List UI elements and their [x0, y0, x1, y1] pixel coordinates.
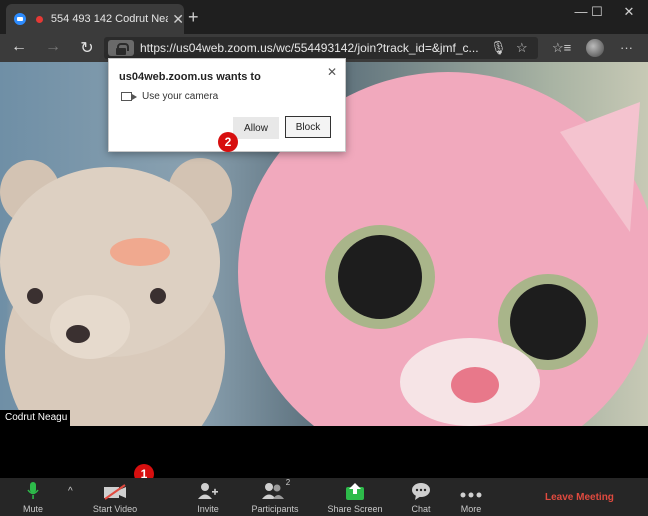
participant-name-tag: Codrut Neagu — [5, 412, 68, 423]
microphone-icon — [27, 482, 39, 499]
camera-icon — [121, 92, 137, 101]
close-window-button[interactable]: ✕ — [614, 4, 644, 20]
url-field[interactable]: https://us04web.zoom.us/wc/554493142/joi… — [104, 37, 538, 59]
allow-button[interactable]: Allow — [233, 117, 279, 139]
chat-label: Chat — [411, 504, 431, 514]
more-label: More — [460, 504, 482, 514]
more-dots-icon — [460, 492, 482, 498]
chat-button[interactable]: Chat — [406, 478, 436, 516]
share-screen-button[interactable]: Share Screen — [326, 478, 384, 516]
zoom-favicon-icon — [14, 13, 26, 25]
callout-marker-2: 2 — [218, 132, 238, 152]
refresh-button[interactable]: ↻ — [76, 38, 98, 58]
share-screen-label: Share Screen — [327, 504, 383, 514]
favorites-list-icon[interactable]: ☆≡ — [552, 40, 571, 56]
meeting-toolbar: Mute ^ Start Video Invite 2 Participants… — [0, 478, 648, 516]
tab-title: 554 493 142 Codrut Neagu — [50, 13, 168, 25]
browser-title-bar: 554 493 142 Codrut Neagu ✕ + — ☐ ✕ — [0, 0, 648, 34]
favorite-star-icon[interactable]: ☆ — [516, 40, 528, 56]
lock-icon[interactable] — [108, 40, 134, 56]
maximize-button[interactable]: ☐ — [582, 4, 612, 20]
recording-dot-icon — [35, 15, 43, 23]
participants-count: 2 — [285, 478, 291, 487]
profile-avatar[interactable] — [586, 39, 604, 57]
permission-text: Use your camera — [142, 91, 219, 102]
invite-button[interactable]: Invite — [190, 478, 226, 516]
settings-menu-icon[interactable]: ··· — [620, 40, 633, 55]
new-tab-button[interactable]: + — [188, 7, 199, 28]
audio-options-caret-icon[interactable]: ^ — [68, 486, 73, 497]
leave-meeting-button[interactable]: Leave Meeting — [545, 492, 614, 503]
share-screen-icon — [346, 483, 364, 500]
participants-button[interactable]: 2 Participants — [248, 478, 302, 516]
video-off-icon — [104, 484, 126, 500]
more-button[interactable]: More — [456, 478, 486, 516]
back-button[interactable]: ← — [8, 38, 30, 56]
chat-icon — [412, 483, 430, 500]
invite-label: Invite — [197, 504, 219, 514]
start-video-label: Start Video — [92, 504, 138, 514]
microphone-icon[interactable]: 🎙 — [490, 40, 507, 56]
block-button[interactable]: Block — [285, 116, 331, 138]
add-person-icon — [198, 483, 218, 499]
popup-title: us04web.zoom.us wants to — [119, 71, 261, 83]
url-text[interactable]: https://us04web.zoom.us/wc/554493142/joi… — [140, 41, 480, 55]
mute-button[interactable]: Mute — [18, 478, 48, 516]
participants-icon — [261, 483, 284, 499]
start-video-button[interactable]: Start Video — [90, 478, 140, 516]
popup-close-icon[interactable]: ✕ — [327, 65, 337, 79]
participants-label: Participants — [251, 504, 299, 514]
forward-button[interactable]: → — [42, 38, 64, 56]
browser-tab[interactable]: 554 493 142 Codrut Neagu ✕ — [6, 4, 184, 34]
mute-label: Mute — [22, 504, 43, 514]
tab-close-icon[interactable]: ✕ — [172, 11, 184, 28]
